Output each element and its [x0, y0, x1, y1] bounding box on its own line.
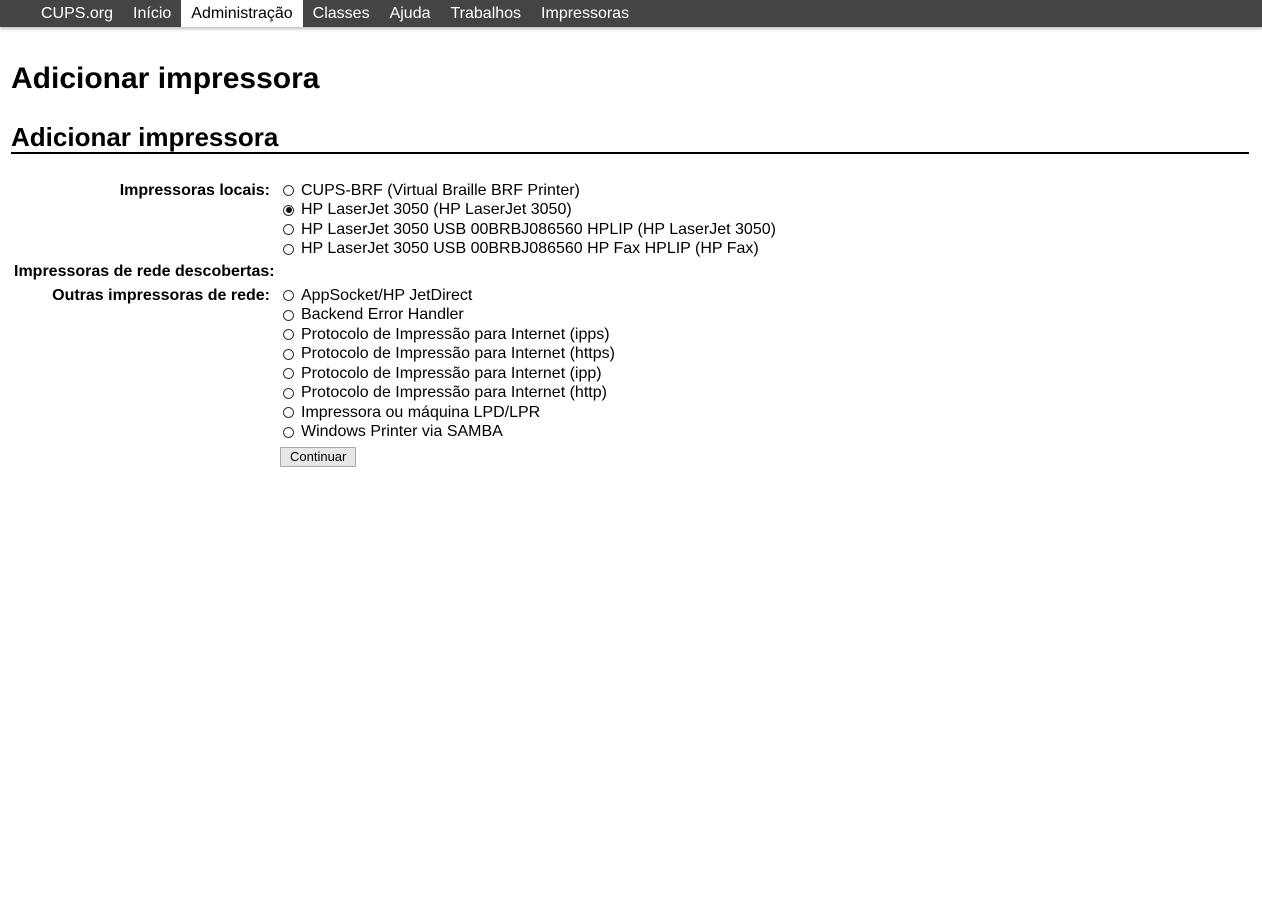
option-label: Windows Printer via SAMBA	[301, 423, 503, 441]
local-printer-option[interactable]: HP LaserJet 3050 (HP LaserJet 3050)	[280, 201, 776, 221]
network-printer-option[interactable]: Protocolo de Impressão para Internet (ht…	[280, 384, 615, 404]
local-printer-option[interactable]: HP LaserJet 3050 USB 00BRBJ086560 HPLIP …	[280, 220, 776, 240]
nav-link-administracao[interactable]: Administração	[181, 0, 303, 27]
network-printer-option[interactable]: Protocolo de Impressão para Internet (ip…	[280, 364, 615, 384]
continue-button[interactable]: Continuar	[280, 447, 357, 467]
top-navigation-bar: CUPS.org Início Administração Classes Aj…	[0, 0, 1262, 27]
option-label: Impressora ou máquina LPD/LPR	[301, 403, 541, 421]
network-printer-option[interactable]: AppSocket/HP JetDirect	[280, 286, 615, 306]
nav-link-trabalhos[interactable]: Trabalhos	[440, 0, 531, 27]
network-printer-option[interactable]: Backend Error Handler	[280, 306, 615, 326]
discovered-printers-label: Impressoras de rede descobertas:	[14, 263, 275, 280]
nav-link-impressoras[interactable]: Impressoras	[531, 0, 639, 27]
radio-button[interactable]	[283, 407, 294, 419]
local-printers-options: CUPS-BRF (Virtual Braille BRF Printer) HP…	[275, 181, 776, 259]
local-printers-label: Impressoras locais:	[119, 182, 270, 199]
option-label: AppSocket/HP JetDirect	[301, 286, 473, 304]
local-printers-row: Impressoras locais: CUPS-BRF (Virtual Br…	[11, 181, 1249, 259]
section-title: Adicionar impressora	[11, 122, 1249, 154]
network-printer-option[interactable]: Protocolo de Impressão para Internet (ip…	[280, 325, 615, 345]
option-label: Protocolo de Impressão para Internet (ip…	[301, 364, 602, 382]
main-content: Adicionar impressora Adicionar impressor…	[0, 62, 1262, 467]
other-printers-options: AppSocket/HP JetDirect Backend Error Hand…	[275, 286, 615, 442]
option-label: Protocolo de Impressão para Internet (ht…	[301, 345, 615, 363]
radio-button[interactable]	[283, 185, 294, 197]
option-label: HP LaserJet 3050 USB 00BRBJ086560 HP Fax…	[301, 240, 759, 258]
radio-button[interactable]	[283, 243, 294, 255]
other-printers-label: Outras impressoras de rede:	[52, 287, 270, 304]
radio-button[interactable]	[283, 224, 294, 236]
other-printers-row: Outras impressoras de rede: AppSocket/HP…	[11, 286, 1249, 442]
radio-button[interactable]	[283, 387, 294, 399]
option-label: CUPS-BRF (Virtual Braille BRF Printer)	[301, 181, 580, 199]
nav-link-inicio[interactable]: Início	[123, 0, 181, 27]
local-printer-option[interactable]: CUPS-BRF (Virtual Braille BRF Printer)	[280, 181, 776, 201]
option-label: HP LaserJet 3050 USB 00BRBJ086560 HPLIP …	[301, 220, 776, 238]
add-printer-form: Impressoras locais: CUPS-BRF (Virtual Br…	[11, 181, 1249, 467]
radio-button[interactable]	[283, 204, 294, 216]
submit-row: Continuar	[11, 447, 1249, 467]
local-printer-option[interactable]: HP LaserJet 3050 USB 00BRBJ086560 HP Fax…	[280, 240, 776, 260]
radio-button[interactable]	[283, 348, 294, 360]
option-label: Backend Error Handler	[301, 306, 464, 324]
option-label: Protocolo de Impressão para Internet (ht…	[301, 384, 607, 402]
option-label: HP LaserJet 3050 (HP LaserJet 3050)	[301, 201, 572, 219]
nav-link-ajuda[interactable]: Ajuda	[380, 0, 441, 27]
network-printer-option[interactable]: Protocolo de Impressão para Internet (ht…	[280, 345, 615, 365]
nav-link-classes[interactable]: Classes	[303, 0, 380, 27]
discovered-printers-row: Impressoras de rede descobertas:	[11, 262, 1249, 283]
nav-link-cups-org[interactable]: CUPS.org	[31, 0, 123, 27]
radio-button[interactable]	[283, 368, 294, 380]
radio-button[interactable]	[283, 329, 294, 341]
radio-button[interactable]	[283, 290, 294, 302]
page-title: Adicionar impressora	[11, 62, 320, 95]
network-printer-option[interactable]: Windows Printer via SAMBA	[280, 423, 615, 443]
option-label: Protocolo de Impressão para Internet (ip…	[301, 325, 610, 343]
radio-button[interactable]	[283, 309, 294, 321]
network-printer-option[interactable]: Impressora ou máquina LPD/LPR	[280, 403, 615, 423]
radio-button[interactable]	[283, 426, 294, 438]
